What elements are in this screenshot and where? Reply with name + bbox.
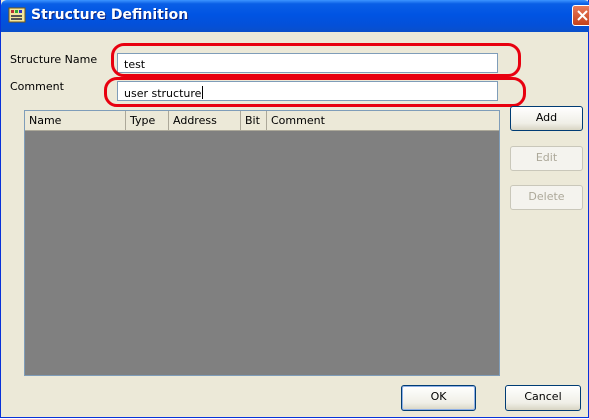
column-header-name[interactable]: Name	[25, 111, 126, 130]
window-title: Structure Definition	[31, 7, 189, 23]
structure-name-label: Structure Name	[10, 53, 98, 66]
structure-definition-dialog: Structure Definition Structure Name test…	[0, 0, 589, 418]
struct-app-icon	[8, 7, 26, 23]
edit-button[interactable]: Edit	[510, 146, 583, 171]
cancel-button[interactable]: Cancel	[505, 385, 581, 411]
column-header-type[interactable]: Type	[126, 111, 169, 130]
ok-button[interactable]: OK	[401, 385, 476, 411]
column-header-address[interactable]: Address	[169, 111, 241, 130]
structure-name-field[interactable]: test	[117, 53, 498, 73]
table-header: Name Type Address Bit Comment	[25, 111, 499, 131]
comment-field[interactable]: user structure	[117, 81, 498, 101]
structure-name-value: test	[124, 58, 146, 71]
column-header-bit[interactable]: Bit	[241, 111, 267, 130]
text-caret	[202, 86, 204, 99]
close-button[interactable]	[572, 5, 589, 26]
comment-value: user structure	[124, 87, 202, 100]
title-bar: Structure Definition	[1, 0, 589, 32]
delete-button[interactable]: Delete	[510, 185, 583, 210]
comment-label: Comment	[10, 80, 64, 93]
add-button[interactable]: Add	[510, 106, 583, 131]
structure-members-table[interactable]: Name Type Address Bit Comment	[24, 110, 500, 376]
close-icon	[577, 10, 588, 21]
column-header-comment[interactable]: Comment	[267, 111, 499, 130]
